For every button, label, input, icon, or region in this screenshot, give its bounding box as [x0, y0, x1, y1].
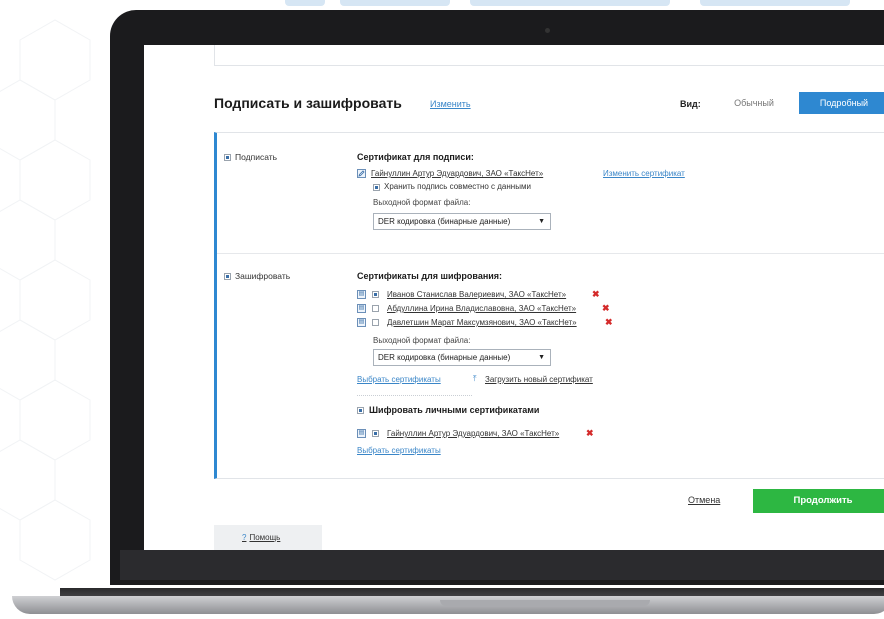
sign-format-label: Выходной формат файла: — [373, 198, 471, 207]
upload-icon: ⤒ — [473, 374, 477, 383]
app-screen: Подписать и зашифровать Изменить Вид: Об… — [144, 45, 884, 550]
choose-certificates-link[interactable]: Выбрать сертификаты — [357, 375, 441, 384]
personal-choose-certificates-link[interactable]: Выбрать сертификаты — [357, 446, 441, 455]
dotted-separator — [357, 395, 472, 396]
sign-encrypt-panel: Подписать Сертификат для подписи: Гайнул… — [214, 132, 884, 479]
encrypt-format-value: DER кодировка (бинарные данные) — [378, 353, 511, 362]
certificate-icon: ▤ — [357, 290, 366, 299]
remove-icon[interactable]: ✖ — [586, 429, 594, 438]
dropdown-arrow-icon: ▼ — [538, 218, 545, 225]
certificate-link[interactable]: Давлетшин Марат Максумзянович, ЗАО «Такс… — [387, 318, 577, 327]
certificate-checkbox[interactable] — [372, 305, 379, 312]
view-detailed-button[interactable]: Подробный — [799, 92, 884, 114]
sign-section-title: Сертификат для подписи: — [357, 152, 474, 162]
certificate-icon: ▤ — [357, 429, 366, 438]
remove-icon[interactable]: ✖ — [602, 304, 610, 313]
keep-together-label: Хранить подпись совместно с данными — [384, 182, 531, 191]
dropdown-arrow-icon: ▼ — [538, 354, 545, 361]
sign-checkbox[interactable] — [224, 154, 231, 161]
top-decoration — [0, 0, 884, 10]
personal-encrypt-label: Шифровать личными сертификатами — [369, 405, 540, 415]
certificate-checkbox[interactable] — [372, 291, 379, 298]
sign-format-select[interactable]: DER кодировка (бинарные данные) ▼ — [373, 213, 551, 230]
edit-icon — [357, 169, 366, 178]
keep-together-checkbox[interactable] — [373, 184, 380, 191]
personal-encrypt-checkbox[interactable] — [357, 407, 364, 414]
encrypt-checkbox-label: Зашифровать — [235, 271, 291, 281]
help-icon: ? — [242, 533, 247, 542]
certificate-checkbox[interactable] — [372, 319, 379, 326]
remove-icon[interactable]: ✖ — [605, 318, 613, 327]
certificate-icon: ▤ — [357, 318, 366, 327]
laptop-notch — [440, 600, 650, 606]
previous-panel — [214, 45, 884, 66]
encrypt-format-label: Выходной формат файла: — [373, 336, 471, 345]
certificate-link[interactable]: Иванов Станислав Валериевич, ЗАО «ТаксНе… — [387, 290, 566, 299]
certificate-link[interactable]: Гайнуллин Артур Эдуардович, ЗАО «ТаксНет… — [387, 429, 559, 438]
remove-icon[interactable]: ✖ — [592, 290, 600, 299]
change-certificate-link[interactable]: Изменить сертификат — [603, 169, 685, 178]
encrypt-section-title: Сертификаты для шифрования: — [357, 271, 503, 281]
page-title: Подписать и зашифровать — [214, 95, 402, 111]
encrypt-checkbox[interactable] — [224, 273, 231, 280]
view-simple-button[interactable]: Обычный — [719, 92, 789, 114]
continue-button[interactable]: Продолжить — [753, 489, 884, 513]
laptop-camera — [545, 28, 550, 33]
change-link[interactable]: Изменить — [430, 99, 471, 109]
sign-certificate-link[interactable]: Гайнуллин Артур Эдуардович, ЗАО «ТаксНет… — [371, 169, 543, 178]
sign-checkbox-label: Подписать — [235, 152, 278, 162]
certificate-icon: ▤ — [357, 304, 366, 313]
upload-certificate-link[interactable]: Загрузить новый сертификат — [485, 375, 593, 384]
section-divider — [217, 253, 884, 254]
help-link[interactable]: ? Помощь — [242, 533, 280, 542]
laptop-bottom-bezel — [120, 550, 884, 580]
sign-format-value: DER кодировка (бинарные данные) — [378, 217, 511, 226]
certificate-link[interactable]: Абдуллина Ирина Владиславовна, ЗАО «Такс… — [387, 304, 576, 313]
cancel-link[interactable]: Отмена — [688, 495, 720, 505]
view-label: Вид: — [680, 99, 701, 109]
help-box: ? Помощь — [214, 525, 322, 550]
help-label: Помощь — [249, 533, 281, 542]
certificate-checkbox[interactable] — [372, 430, 379, 437]
encrypt-format-select[interactable]: DER кодировка (бинарные данные) ▼ — [373, 349, 551, 366]
